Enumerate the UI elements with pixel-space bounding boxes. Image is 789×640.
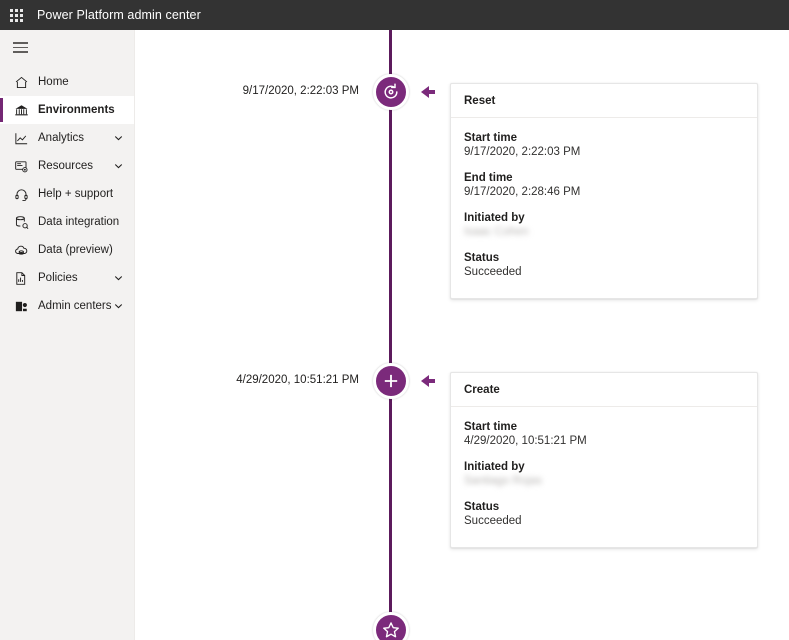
timeline-callout-arrow xyxy=(421,86,437,98)
sidebar-item-label: Policies xyxy=(38,272,78,284)
field-status: Status Succeeded xyxy=(464,252,744,278)
policies-icon xyxy=(13,270,29,286)
status-badge: Succeeded xyxy=(464,515,522,527)
sidebar-item-data-integration[interactable]: Data integration xyxy=(0,208,134,236)
field-label: Status xyxy=(464,252,500,264)
status-badge: Succeeded xyxy=(464,266,522,278)
sidebar-item-label: Admin centers xyxy=(38,300,112,312)
timeline-node-reset[interactable] xyxy=(373,74,409,110)
chevron-down-icon[interactable] xyxy=(114,162,123,171)
field-label: Initiated by xyxy=(464,212,525,224)
timeline-spine xyxy=(389,30,392,640)
sidebar-item-label: Data (preview) xyxy=(38,244,113,256)
sidebar-item-label: Home xyxy=(38,76,69,88)
sidebar-nav-list: Home Environments Analytics Resources He… xyxy=(0,68,134,320)
field-label: Start time xyxy=(464,132,518,144)
suite-header: Power Platform admin center xyxy=(0,0,789,30)
field-start-time: Start time 9/17/2020, 2:22:03 PM xyxy=(464,132,744,158)
timeline-timestamp: 9/17/2020, 2:22:03 PM xyxy=(242,85,359,97)
resources-icon xyxy=(13,158,29,174)
sidebar-item-label: Help + support xyxy=(38,188,114,200)
sidebar-item-label: Analytics xyxy=(38,132,85,144)
sidebar-item-label: Resources xyxy=(38,160,93,172)
timeline-timestamp: 4/29/2020, 10:51:21 PM xyxy=(236,374,359,386)
chevron-down-icon[interactable] xyxy=(114,274,123,283)
sidebar-item-analytics[interactable]: Analytics xyxy=(0,124,134,152)
field-status: Status Succeeded xyxy=(464,501,744,527)
sidebar: Home Environments Analytics Resources He… xyxy=(0,30,135,640)
environments-icon xyxy=(13,102,29,118)
cloud-data-icon xyxy=(13,242,29,258)
chevron-down-icon[interactable] xyxy=(114,134,123,143)
home-icon xyxy=(13,74,29,90)
create-plus-icon xyxy=(381,371,401,391)
sidebar-item-resources[interactable]: Resources xyxy=(0,152,134,180)
timeline-node-create[interactable] xyxy=(373,363,409,399)
field-initiated-by: Initiated by Santiago Rojas xyxy=(464,461,744,487)
sidebar-item-admin-centers[interactable]: Admin centers xyxy=(0,292,134,320)
reset-icon xyxy=(381,82,401,102)
field-value-redacted: Santiago Rojas xyxy=(464,475,542,487)
data-integration-icon xyxy=(13,214,29,230)
card-title: Create xyxy=(451,373,757,407)
headset-icon xyxy=(13,186,29,202)
field-value: 4/29/2020, 10:51:21 PM xyxy=(464,435,587,447)
timeline-callout-arrow xyxy=(421,375,437,387)
sidebar-item-home[interactable]: Home xyxy=(0,68,134,96)
sidebar-item-environments[interactable]: Environments xyxy=(0,96,134,124)
chevron-down-icon[interactable] xyxy=(114,302,123,311)
hamburger-icon[interactable] xyxy=(0,33,134,62)
timeline-card-create[interactable]: Create Start time 4/29/2020, 10:51:21 PM… xyxy=(450,372,758,548)
card-body: Start time 9/17/2020, 2:22:03 PM End tim… xyxy=(451,118,757,298)
analytics-icon xyxy=(13,130,29,146)
app-title: Power Platform admin center xyxy=(37,8,201,22)
field-value: 9/17/2020, 2:28:46 PM xyxy=(464,186,581,198)
card-title: Reset xyxy=(451,84,757,118)
admin-centers-icon xyxy=(13,298,29,314)
timeline-node-origin[interactable] xyxy=(373,612,409,640)
field-initiated-by: Initiated by Isaac Cohen xyxy=(464,212,744,238)
sidebar-item-data-preview[interactable]: Data (preview) xyxy=(0,236,134,264)
sidebar-item-label: Data integration xyxy=(38,216,120,228)
field-label: Start time xyxy=(464,421,518,433)
field-end-time: End time 9/17/2020, 2:28:46 PM xyxy=(464,172,744,198)
app-shell: Home Environments Analytics Resources He… xyxy=(0,30,789,640)
environment-history-timeline: 9/17/2020, 2:22:03 PM Reset Start time 9… xyxy=(135,30,789,640)
waffle-icon[interactable] xyxy=(7,6,25,24)
field-start-time: Start time 4/29/2020, 10:51:21 PM xyxy=(464,421,744,447)
sidebar-item-policies[interactable]: Policies xyxy=(0,264,134,292)
timeline-card-reset[interactable]: Reset Start time 9/17/2020, 2:22:03 PM E… xyxy=(450,83,758,299)
field-label: Status xyxy=(464,501,500,513)
field-value: 9/17/2020, 2:22:03 PM xyxy=(464,146,581,158)
field-label: End time xyxy=(464,172,513,184)
sidebar-item-help-support[interactable]: Help + support xyxy=(0,180,134,208)
sidebar-item-label: Environments xyxy=(38,104,115,116)
field-label: Initiated by xyxy=(464,461,525,473)
field-value-redacted: Isaac Cohen xyxy=(464,226,529,238)
card-body: Start time 4/29/2020, 10:51:21 PM Initia… xyxy=(451,407,757,547)
star-icon xyxy=(381,620,401,640)
